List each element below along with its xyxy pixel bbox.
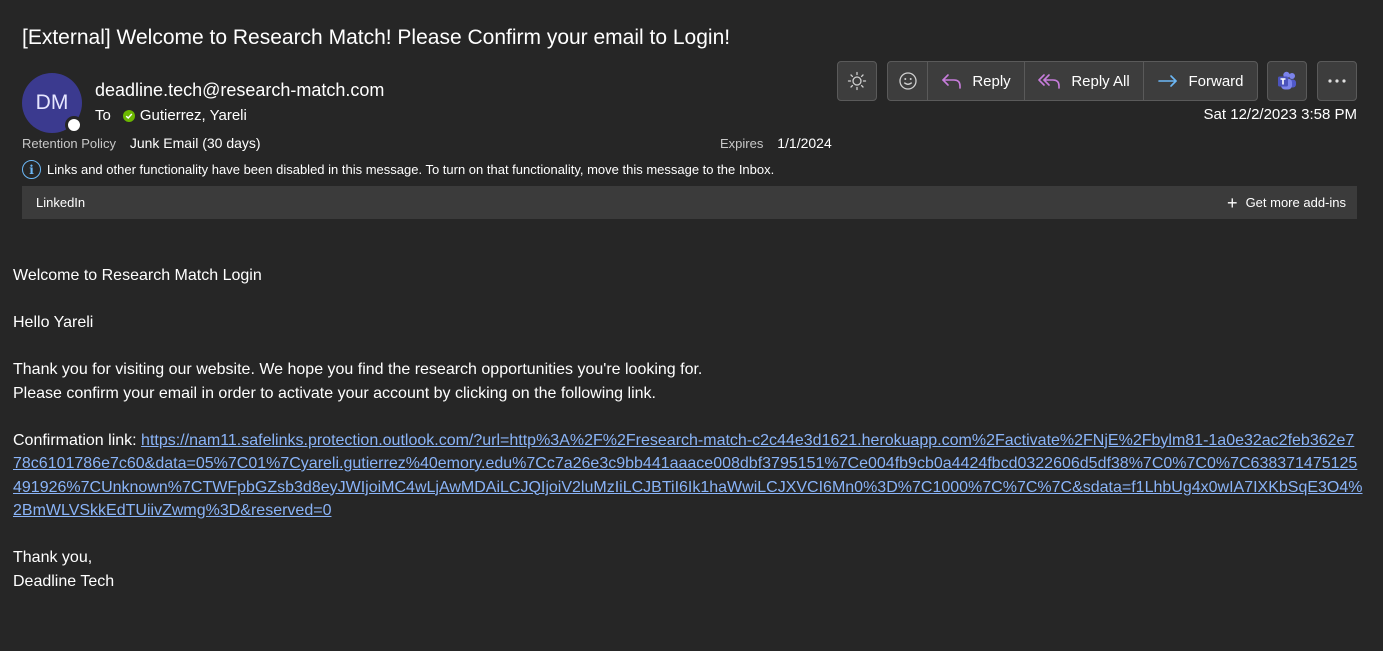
- plus-icon: +: [1227, 192, 1238, 213]
- forward-label: Forward: [1188, 72, 1244, 90]
- reply-all-button[interactable]: Reply All: [1025, 62, 1144, 100]
- recipient-name[interactable]: Gutierrez, Yareli: [140, 107, 247, 124]
- emoji-icon: [898, 72, 917, 90]
- get-more-addins-label: Get more add-ins: [1245, 195, 1346, 210]
- closing-thanks: Thank you,: [13, 549, 93, 566]
- more-options-button[interactable]: [1317, 61, 1357, 101]
- retention-value: Junk Email (30 days): [129, 135, 261, 151]
- get-more-addins-button[interactable]: + Get more add-ins: [1227, 194, 1346, 212]
- teams-button[interactable]: [1267, 61, 1307, 101]
- message-actions-group: Reply Reply All Forward: [887, 61, 1258, 101]
- reply-all-icon: [1038, 74, 1061, 89]
- recipient-line: To Gutierrez, Yareli: [95, 107, 247, 124]
- expires-label: Expires: [720, 136, 764, 151]
- email-date: Sat 12/2/2023 3:58 PM: [1203, 106, 1357, 123]
- reply-button[interactable]: Reply: [928, 62, 1025, 100]
- emoji-button[interactable]: [888, 62, 928, 100]
- brightness-icon: [847, 71, 867, 91]
- body-paragraph-1: Thank you for visiting our website. We h…: [13, 361, 703, 378]
- email-body: Welcome to Research Match Login Hello Ya…: [13, 264, 1363, 593]
- confirmation-line: Confirmation link: https://nam11.safelin…: [13, 429, 1363, 523]
- body-paragraph-2: Please confirm your email in order to ac…: [13, 384, 656, 402]
- expires-value: 1/1/2024: [777, 135, 832, 151]
- addin-linkedin[interactable]: LinkedIn: [36, 195, 85, 210]
- retention-policy: Retention Policy Junk Email (30 days): [22, 135, 261, 151]
- forward-icon: [1158, 75, 1178, 87]
- to-label: To: [95, 107, 111, 124]
- brightness-button[interactable]: [837, 61, 877, 101]
- retention-label: Retention Policy: [22, 136, 116, 151]
- available-status-icon: [122, 109, 135, 122]
- sender-email[interactable]: deadline.tech@research-match.com: [95, 80, 384, 101]
- addins-bar: LinkedIn + Get more add-ins: [22, 186, 1357, 219]
- body-greeting: Hello Yareli: [13, 314, 94, 331]
- forward-button[interactable]: Forward: [1144, 62, 1257, 100]
- reply-all-label: Reply All: [1071, 72, 1130, 90]
- body-heading: Welcome to Research Match Login: [13, 267, 262, 284]
- confirmation-label: Confirmation link:: [13, 431, 142, 449]
- closing-signature: Deadline Tech: [13, 572, 115, 590]
- reply-label: Reply: [972, 72, 1011, 90]
- expires: Expires 1/1/2024: [720, 135, 832, 151]
- info-banner: i Links and other functionality have bee…: [22, 160, 774, 179]
- teams-icon: [1278, 71, 1296, 90]
- presence-status-icon: [65, 116, 83, 134]
- info-message: Links and other functionality have been …: [47, 162, 775, 177]
- avatar-initials: DM: [35, 91, 69, 114]
- confirmation-link[interactable]: https://nam11.safelinks.protection.outlo…: [13, 432, 1362, 520]
- email-subject: [External] Welcome to Research Match! Pl…: [22, 26, 731, 49]
- more-icon: [1328, 79, 1346, 83]
- reply-icon: [942, 74, 962, 89]
- info-icon: i: [22, 160, 41, 179]
